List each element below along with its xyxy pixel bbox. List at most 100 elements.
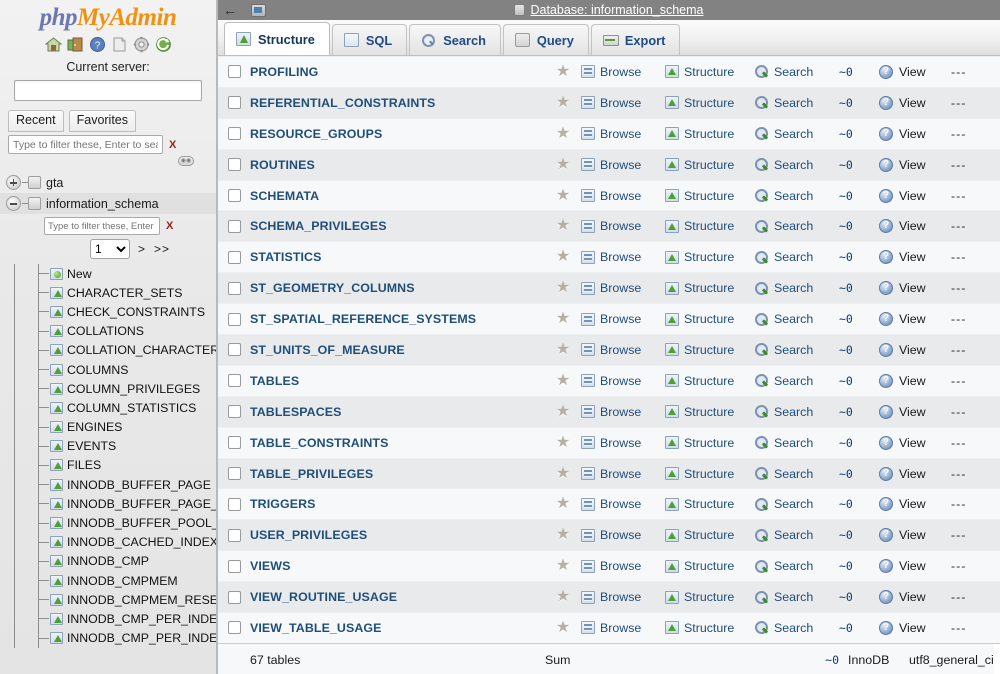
browse-action[interactable]: Browse bbox=[581, 219, 665, 233]
favorite-star-icon[interactable]: ★ bbox=[556, 372, 570, 389]
table-name-link[interactable]: ST_SPATIAL_REFERENCE_SYSTEMS bbox=[250, 312, 545, 326]
favorites-tab[interactable]: Favorites bbox=[68, 110, 137, 132]
server-select[interactable] bbox=[14, 80, 202, 101]
sidebar-item-innodb-cmpmem-reset[interactable]: INNODB_CMPMEM_RESET bbox=[0, 590, 216, 609]
sidebar-item-innodb-cmp-per-index[interactable]: INNODB_CMP_PER_INDEX bbox=[0, 609, 216, 628]
view-action[interactable]: View bbox=[879, 157, 951, 172]
sidebar-item-column-statistics[interactable]: COLUMN_STATISTICS bbox=[0, 398, 216, 417]
table-name-link[interactable]: STATISTICS bbox=[250, 250, 545, 264]
search-action[interactable]: Search bbox=[755, 250, 839, 264]
table-name-link[interactable]: VIEW_TABLE_USAGE bbox=[250, 621, 545, 635]
documentation-icon[interactable]: ? bbox=[89, 36, 106, 53]
table-name-link[interactable]: TABLE_CONSTRAINTS bbox=[250, 436, 545, 450]
favorite-star-icon[interactable]: ★ bbox=[556, 434, 570, 451]
structure-action[interactable]: Structure bbox=[665, 497, 755, 511]
settings-gear-icon[interactable] bbox=[133, 36, 150, 53]
structure-action[interactable]: Structure bbox=[665, 219, 755, 233]
structure-action[interactable]: Structure bbox=[665, 189, 755, 203]
browse-action[interactable]: Browse bbox=[581, 467, 665, 481]
favorite-star-icon[interactable]: ★ bbox=[556, 311, 570, 327]
table-name-link[interactable]: SCHEMA_PRIVILEGES bbox=[250, 219, 545, 233]
sidebar-item-innodb-buffer-page-lru[interactable]: INNODB_BUFFER_PAGE_LI bbox=[0, 494, 216, 513]
table-name-link[interactable]: TABLESPACES bbox=[250, 405, 545, 419]
expand-icon[interactable] bbox=[6, 175, 21, 190]
sidebar-item-columns[interactable]: COLUMNS bbox=[0, 360, 216, 379]
table-name-link[interactable]: TABLES bbox=[250, 374, 545, 388]
toggle-panel-icon[interactable]: ◉◉ bbox=[178, 156, 194, 166]
browse-action[interactable]: Browse bbox=[581, 281, 665, 295]
favorite-star-icon[interactable]: ★ bbox=[556, 403, 570, 420]
view-action[interactable]: View bbox=[879, 188, 951, 203]
browse-action[interactable]: Browse bbox=[581, 250, 665, 264]
sidebar-item-events[interactable]: EVENTS bbox=[0, 437, 216, 456]
row-checkbox[interactable] bbox=[227, 528, 241, 542]
structure-action[interactable]: Structure bbox=[665, 281, 755, 295]
browse-action[interactable]: Browse bbox=[581, 559, 665, 573]
structure-action[interactable]: Structure bbox=[665, 590, 755, 604]
row-checkbox[interactable] bbox=[227, 621, 241, 635]
row-checkbox[interactable] bbox=[227, 374, 241, 388]
sidebar-item-innodb-buffer-pool-stats[interactable]: INNODB_BUFFER_POOL_S bbox=[0, 513, 216, 532]
row-checkbox[interactable] bbox=[227, 436, 241, 450]
browse-action[interactable]: Browse bbox=[581, 312, 665, 326]
search-action[interactable]: Search bbox=[755, 96, 839, 110]
logout-icon[interactable] bbox=[67, 36, 84, 53]
view-action[interactable]: View bbox=[879, 342, 951, 357]
search-action[interactable]: Search bbox=[755, 590, 839, 604]
search-action[interactable]: Search bbox=[755, 158, 839, 172]
search-action[interactable]: Search bbox=[755, 65, 839, 79]
table-name-link[interactable]: TRIGGERS bbox=[250, 497, 545, 511]
search-action[interactable]: Search bbox=[755, 374, 839, 388]
browse-action[interactable]: Browse bbox=[581, 343, 665, 357]
search-action[interactable]: Search bbox=[755, 436, 839, 450]
favorite-star-icon[interactable]: ★ bbox=[556, 527, 570, 543]
structure-action[interactable]: Structure bbox=[665, 250, 755, 264]
favorite-star-icon[interactable]: ★ bbox=[556, 125, 570, 142]
sidebar-item-check-constraints[interactable]: CHECK_CONSTRAINTS bbox=[0, 302, 216, 321]
browse-action[interactable]: Browse bbox=[581, 590, 665, 604]
view-action[interactable]: View bbox=[879, 620, 951, 635]
browse-action[interactable]: Browse bbox=[581, 65, 665, 79]
favorite-star-icon[interactable]: ★ bbox=[556, 619, 570, 636]
home-icon[interactable] bbox=[44, 36, 62, 53]
browse-action[interactable]: Browse bbox=[581, 158, 665, 172]
row-checkbox[interactable] bbox=[227, 343, 241, 357]
phpmyadmin-logo[interactable]: phpMyAdmin bbox=[0, 0, 216, 32]
last-page-icon[interactable]: >> bbox=[154, 242, 170, 256]
favorite-star-icon[interactable]: ★ bbox=[556, 218, 570, 234]
table-name-link[interactable]: SCHEMATA bbox=[250, 189, 545, 203]
browse-action[interactable]: Browse bbox=[581, 405, 665, 419]
reload-icon[interactable] bbox=[155, 36, 172, 53]
collapse-icon[interactable] bbox=[6, 196, 21, 211]
structure-action[interactable]: Structure bbox=[665, 374, 755, 388]
row-checkbox[interactable] bbox=[227, 467, 241, 481]
favorite-star-icon[interactable]: ★ bbox=[556, 558, 570, 574]
tab-export[interactable]: Export bbox=[590, 24, 681, 55]
favorite-star-icon[interactable]: ★ bbox=[556, 63, 570, 80]
favorite-star-icon[interactable]: ★ bbox=[556, 280, 570, 296]
sidebar-item-innodb-buffer-page[interactable]: INNODB_BUFFER_PAGE bbox=[0, 475, 216, 494]
view-action[interactable]: View bbox=[879, 497, 951, 512]
browse-action[interactable]: Browse bbox=[581, 497, 665, 511]
clear-table-filter-icon[interactable]: X bbox=[166, 220, 173, 232]
docs-page-icon[interactable] bbox=[111, 36, 128, 53]
favorite-star-icon[interactable]: ★ bbox=[556, 589, 570, 605]
table-name-link[interactable]: VIEWS bbox=[250, 559, 545, 573]
structure-action[interactable]: Structure bbox=[665, 127, 755, 141]
view-action[interactable]: View bbox=[879, 404, 951, 419]
sidebar-item-files[interactable]: FILES bbox=[0, 456, 216, 475]
favorite-star-icon[interactable]: ★ bbox=[556, 187, 570, 204]
search-action[interactable]: Search bbox=[755, 312, 839, 326]
sidebar-item-collations[interactable]: COLLATIONS bbox=[0, 322, 216, 341]
sidebar-db-gta[interactable]: gta bbox=[0, 172, 216, 193]
search-action[interactable]: Search bbox=[755, 189, 839, 203]
search-action[interactable]: Search bbox=[755, 621, 839, 635]
table-name-link[interactable]: PROFILING bbox=[250, 65, 545, 79]
row-checkbox[interactable] bbox=[227, 497, 241, 511]
sidebar-item-column-privileges[interactable]: COLUMN_PRIVILEGES bbox=[0, 379, 216, 398]
sidebar-item-innodb-cmpmem[interactable]: INNODB_CMPMEM bbox=[0, 571, 216, 590]
sidebar-item-engines[interactable]: ENGINES bbox=[0, 418, 216, 437]
table-name-link[interactable]: ST_GEOMETRY_COLUMNS bbox=[250, 281, 545, 295]
clear-filter-icon[interactable]: X bbox=[169, 139, 176, 151]
row-checkbox[interactable] bbox=[227, 590, 241, 604]
